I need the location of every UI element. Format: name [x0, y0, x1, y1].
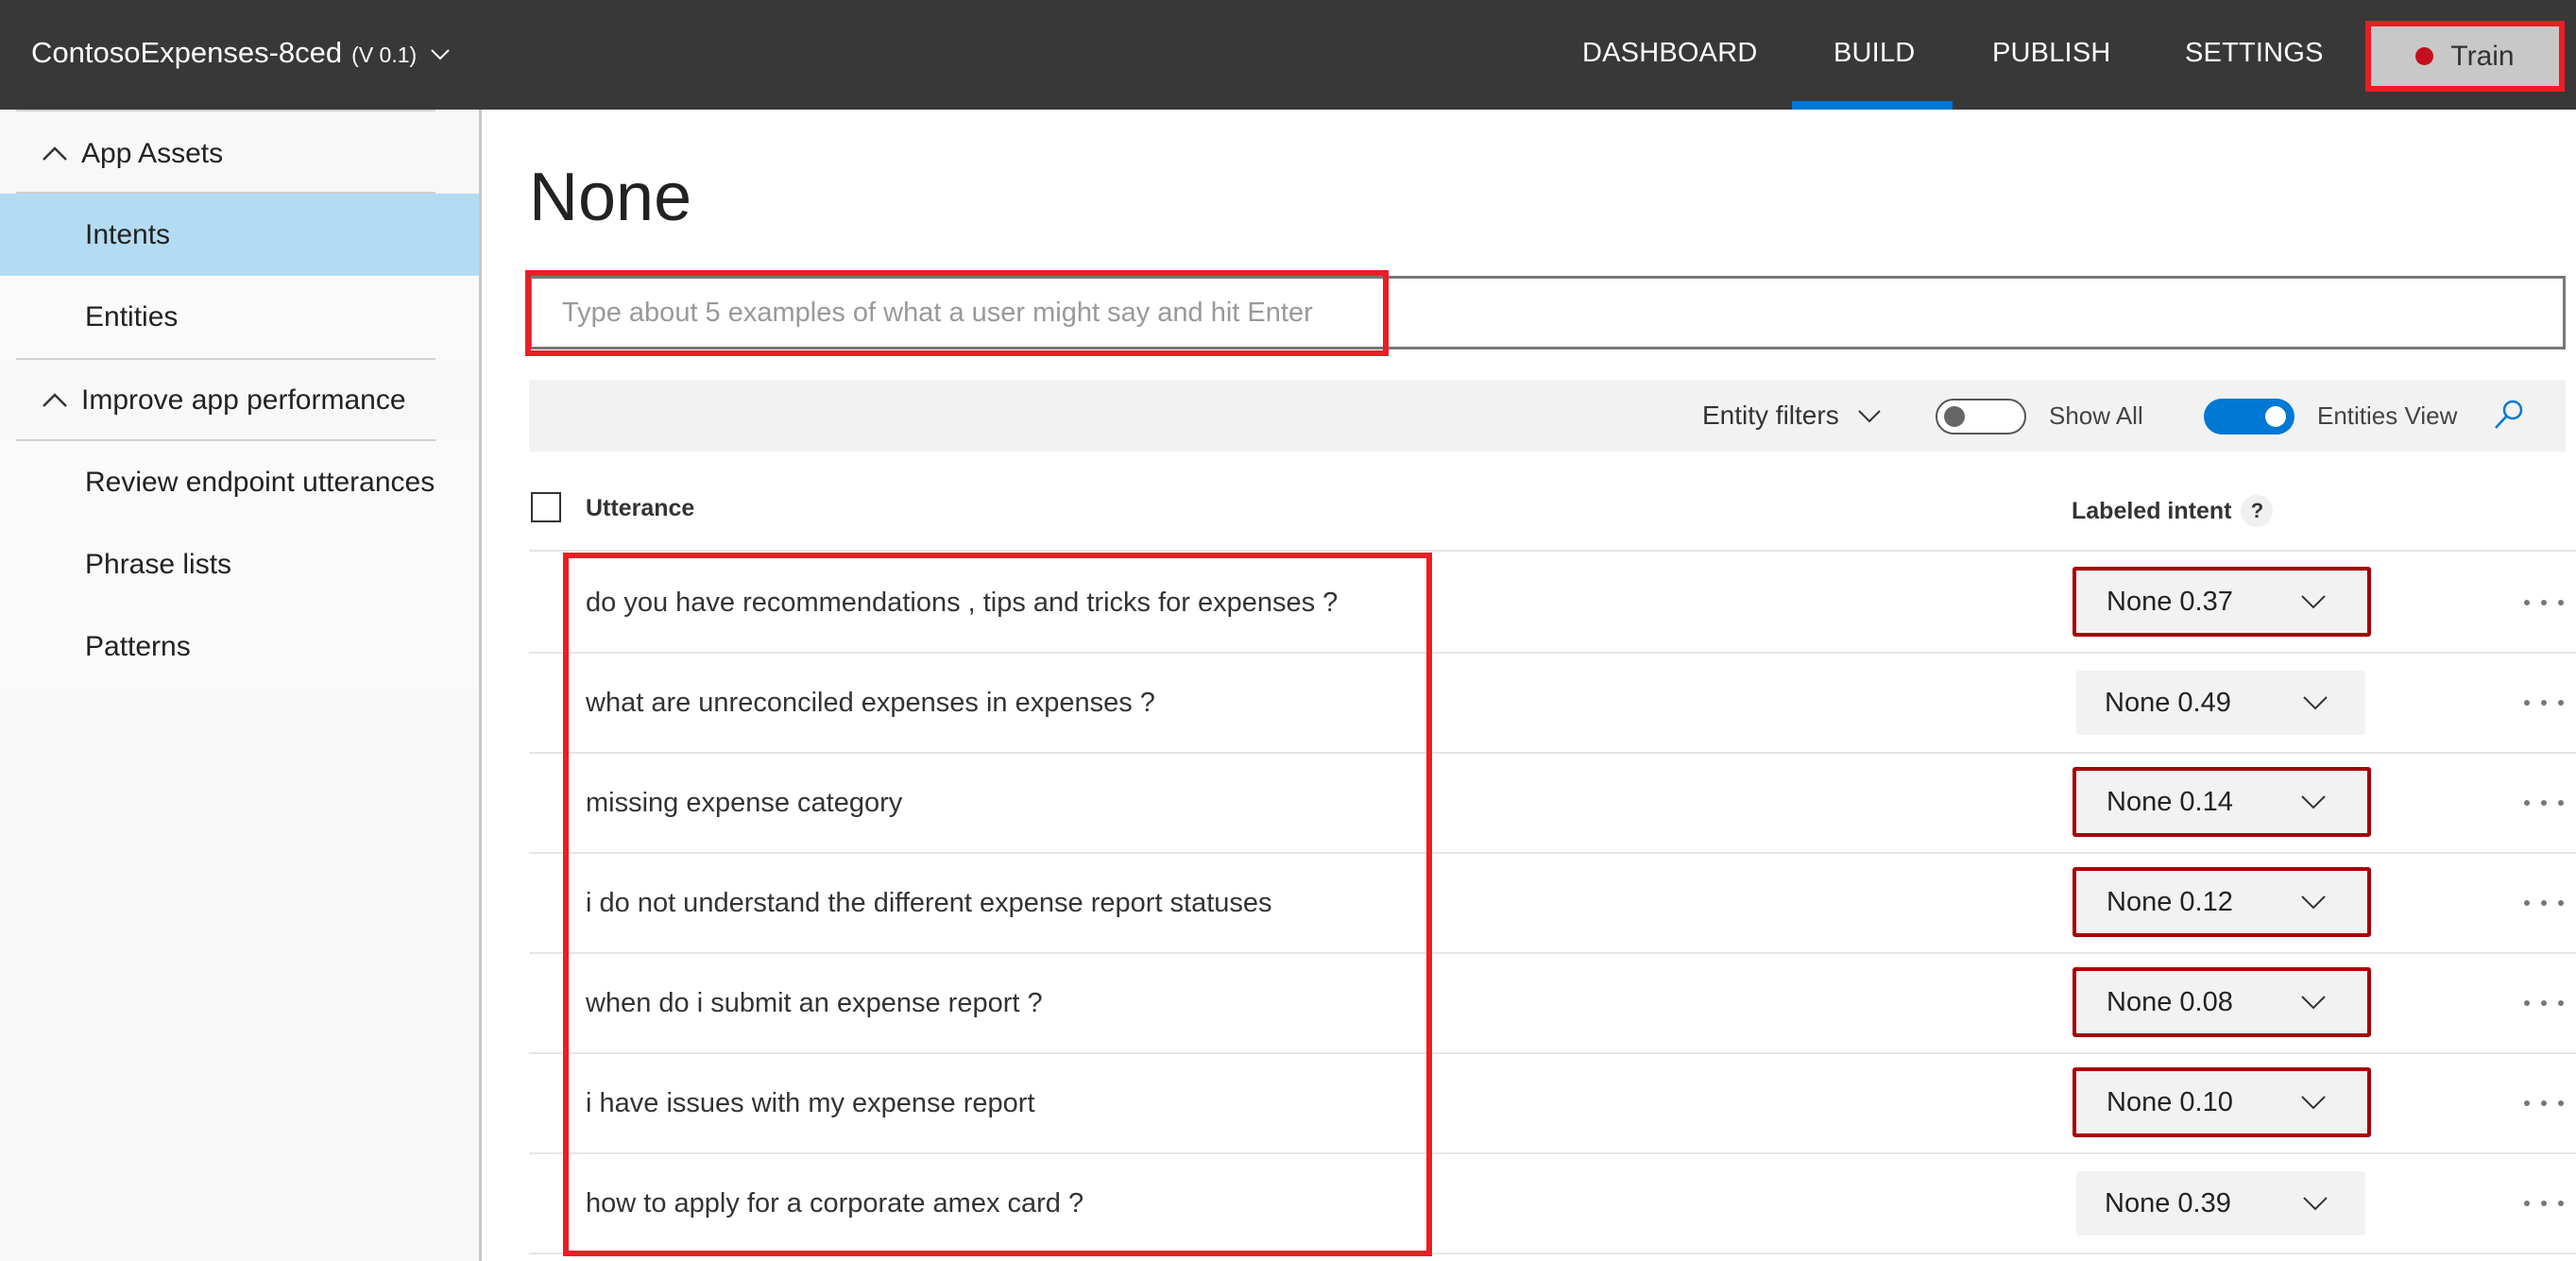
sidebar-item-entities[interactable]: Entities — [0, 276, 479, 358]
intent-value: None 0.12 — [2107, 886, 2233, 917]
chevron-down-icon — [431, 49, 450, 60]
chevron-up-icon — [43, 145, 67, 161]
show-all-label: Show All — [2049, 400, 2143, 430]
sidebar-item-label: Patterns — [85, 630, 191, 662]
top-bar: ContosoExpenses-8ced (V 0.1) DASHBOARD B… — [0, 0, 2576, 110]
sidebar-item-label: Intents — [85, 218, 171, 250]
labeled-intent-dropdown[interactable]: None 0.39 — [2076, 1171, 2365, 1235]
intent-value: None 0.39 — [2105, 1187, 2231, 1218]
chevron-down-icon — [2303, 696, 2328, 710]
utterance-text[interactable]: i do not understand the different expens… — [586, 854, 1272, 952]
utterance-input-container — [529, 276, 2566, 349]
help-icon[interactable]: ? — [2241, 495, 2274, 527]
column-header-labeled-intent: Labeled intent ? — [2072, 495, 2274, 527]
sidebar-group-label: App Assets — [81, 137, 224, 169]
chevron-up-icon — [43, 392, 67, 407]
table-row: i have issues with my expense report None… — [529, 1054, 2576, 1154]
table-row: when do i submit an expense report ? None… — [529, 954, 2576, 1054]
column-header-label: Labeled intent — [2072, 497, 2232, 524]
intent-value: None 0.14 — [2107, 786, 2233, 817]
chevron-down-icon — [2301, 1096, 2326, 1110]
nav-dashboard[interactable]: DASHBOARD — [1582, 38, 1758, 69]
sidebar-item-intents[interactable]: Intents — [0, 194, 479, 276]
nav-build[interactable]: BUILD — [1834, 38, 1915, 69]
more-options-icon[interactable] — [2524, 654, 2576, 752]
sidebar: App Assets Intents Entities Improve app … — [0, 110, 482, 1261]
chevron-down-icon — [2301, 895, 2326, 910]
utterance-input[interactable] — [532, 279, 2563, 347]
utterance-list: do you have recommendations , tips and t… — [529, 554, 2576, 1254]
sidebar-group-app-assets[interactable]: App Assets — [0, 113, 479, 194]
app-name: ContosoExpenses-8ced — [31, 36, 343, 69]
table-row: missing expense category None 0.14 — [529, 754, 2576, 854]
chevron-down-icon — [2301, 795, 2326, 809]
labeled-intent-dropdown[interactable]: None 0.37 — [2073, 567, 2371, 637]
divider — [16, 110, 435, 111]
app-switcher[interactable]: ContosoExpenses-8ced (V 0.1) — [31, 36, 451, 70]
entity-filters-dropdown[interactable]: Entity filters — [1702, 380, 1883, 452]
intent-value: None 0.08 — [2107, 986, 2233, 1017]
utterance-text[interactable]: i have issues with my expense report — [586, 1054, 1035, 1152]
sidebar-item-review-endpoint-utterances[interactable]: Review endpoint utterances — [0, 441, 479, 523]
sidebar-item-patterns[interactable]: Patterns — [0, 605, 479, 688]
chevron-down-icon — [2301, 996, 2326, 1010]
sidebar-item-label: Review endpoint utterances — [85, 466, 435, 498]
utterance-text[interactable]: what are unreconciled expenses in expens… — [586, 654, 1155, 752]
labeled-intent-dropdown[interactable]: None 0.10 — [2073, 1067, 2371, 1137]
utterance-text[interactable]: when do i submit an expense report ? — [586, 954, 1043, 1052]
more-options-icon[interactable] — [2524, 554, 2576, 652]
utterance-text[interactable]: missing expense category — [586, 754, 902, 852]
sidebar-item-label: Entities — [85, 300, 179, 332]
more-options-icon[interactable] — [2524, 1154, 2576, 1252]
more-options-icon[interactable] — [2524, 754, 2576, 852]
table-row: what are unreconciled expenses in expens… — [529, 654, 2576, 754]
chevron-down-icon — [1857, 410, 1881, 423]
page-title: None — [529, 160, 692, 235]
select-all-checkbox[interactable] — [531, 492, 561, 522]
active-tab-indicator — [1792, 101, 1953, 110]
sidebar-group-improve-performance[interactable]: Improve app performance — [0, 360, 479, 440]
labeled-intent-dropdown[interactable]: None 0.14 — [2073, 767, 2371, 837]
toggle-knob — [2265, 406, 2286, 427]
entities-view-toggle[interactable] — [2204, 399, 2295, 435]
utterance-text[interactable]: do you have recommendations , tips and t… — [586, 554, 1338, 652]
app-version: (V 0.1) — [351, 43, 418, 67]
more-options-icon[interactable] — [2524, 954, 2576, 1052]
more-options-icon[interactable] — [2524, 1054, 2576, 1152]
labeled-intent-dropdown[interactable]: None 0.12 — [2073, 867, 2371, 937]
table-row: do you have recommendations , tips and t… — [529, 554, 2576, 654]
labeled-intent-dropdown[interactable]: None 0.08 — [2073, 967, 2371, 1037]
show-all-toggle[interactable] — [1936, 399, 2026, 435]
chevron-down-icon — [2301, 595, 2326, 609]
sidebar-group-label: Improve app performance — [81, 383, 406, 416]
nav-settings[interactable]: SETTINGS — [2185, 38, 2324, 69]
toggle-knob — [1944, 406, 1965, 427]
sidebar-item-phrase-lists[interactable]: Phrase lists — [0, 523, 479, 605]
utterance-text[interactable]: how to apply for a corporate amex card ? — [586, 1154, 1083, 1252]
entity-filters-label: Entity filters — [1702, 400, 1839, 430]
intent-value: None 0.10 — [2107, 1086, 2233, 1117]
intent-value: None 0.37 — [2107, 586, 2233, 617]
table-row: i do not understand the different expens… — [529, 854, 2576, 954]
column-header-utterance[interactable]: Utterance — [586, 495, 694, 522]
table-header: Utterance Labeled intent ? — [529, 472, 2576, 552]
table-row: how to apply for a corporate amex card ?… — [529, 1154, 2576, 1254]
entities-view-label: Entities View — [2317, 400, 2458, 430]
annotation-highlight-train — [2365, 21, 2565, 92]
utterance-toolbar: Entity filters Show All Entities View — [529, 380, 2566, 452]
labeled-intent-dropdown[interactable]: None 0.49 — [2076, 671, 2365, 735]
chevron-down-icon — [2303, 1197, 2328, 1211]
more-options-icon[interactable] — [2524, 854, 2576, 952]
sidebar-item-label: Phrase lists — [85, 548, 232, 580]
search-icon[interactable] — [2493, 399, 2525, 431]
nav-publish[interactable]: PUBLISH — [1992, 38, 2111, 69]
intent-value: None 0.49 — [2105, 687, 2231, 718]
